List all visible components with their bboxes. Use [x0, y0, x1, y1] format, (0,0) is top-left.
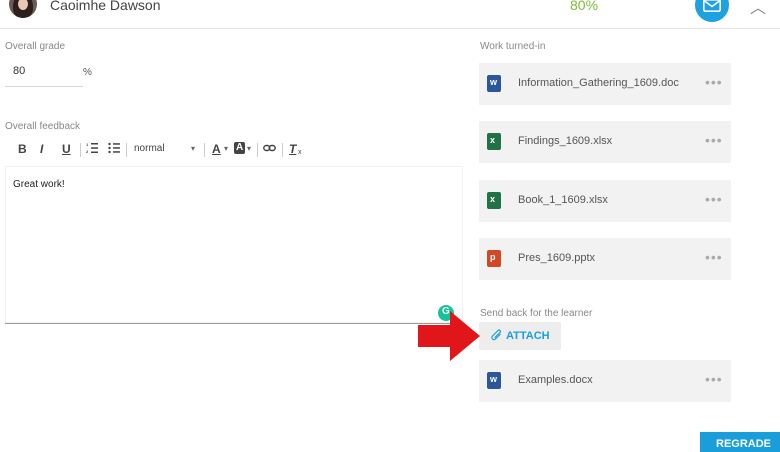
- paperclip-icon: [491, 329, 503, 345]
- file-card[interactable]: p Pres_1609.pptx •••: [479, 238, 731, 280]
- file-name[interactable]: Book_1_1609.xlsx: [518, 194, 608, 206]
- learner-name: Caoimhe Dawson: [50, 0, 161, 13]
- grade-unit: %: [83, 67, 92, 78]
- svg-text:2: 2: [86, 149, 89, 154]
- grade-value: 80: [13, 65, 26, 77]
- bullet-list-icon[interactable]: [108, 142, 120, 157]
- feedback-text: Great work!: [13, 179, 65, 190]
- work-turned-in-label: Work turned-in: [480, 41, 546, 52]
- word-file-icon: w: [487, 372, 501, 389]
- underline-button[interactable]: U: [62, 142, 71, 156]
- format-select[interactable]: normal: [134, 143, 165, 154]
- red-arrow-annotation: [418, 311, 480, 361]
- background-color-button[interactable]: A: [234, 142, 245, 154]
- word-file-icon: w: [487, 75, 501, 92]
- italic-button[interactable]: I: [40, 142, 43, 156]
- more-options-icon[interactable]: •••: [705, 74, 723, 90]
- learner-avatar: [9, 0, 37, 18]
- attach-label: ATTACH: [506, 330, 550, 342]
- email-button[interactable]: [695, 0, 729, 22]
- chevron-up-icon[interactable]: ︿: [750, 0, 766, 18]
- file-name[interactable]: Findings_1609.xlsx: [518, 135, 612, 147]
- send-back-label: Send back for the learner: [480, 308, 593, 319]
- more-options-icon[interactable]: •••: [705, 249, 723, 265]
- overall-grade-label: Overall grade: [5, 41, 66, 52]
- excel-file-icon: x: [487, 192, 501, 209]
- chevron-down-icon: ▾: [224, 144, 229, 153]
- clear-format-button[interactable]: T: [289, 142, 296, 156]
- more-options-icon[interactable]: •••: [705, 132, 723, 148]
- file-card[interactable]: x Findings_1609.xlsx •••: [479, 121, 731, 163]
- powerpoint-file-icon: p: [487, 250, 501, 267]
- font-color-button[interactable]: A: [212, 142, 221, 156]
- attach-button[interactable]: ATTACH: [479, 322, 561, 350]
- feedback-editor[interactable]: Great work!: [5, 166, 463, 324]
- regrade-button[interactable]: REGRADE: [700, 432, 780, 452]
- overall-feedback-label: Overall feedback: [5, 121, 81, 132]
- more-options-icon[interactable]: •••: [705, 191, 723, 207]
- file-name[interactable]: Information_Gathering_1609.doc: [518, 77, 679, 89]
- file-name[interactable]: Pres_1609.pptx: [518, 252, 595, 264]
- file-name[interactable]: Examples.docx: [518, 374, 593, 386]
- file-card[interactable]: w Information_Gathering_1609.doc •••: [479, 63, 731, 105]
- grade-percent: 80%: [570, 0, 599, 13]
- chevron-down-icon: ▾: [247, 144, 252, 153]
- link-icon[interactable]: [263, 142, 276, 157]
- ordered-list-icon[interactable]: 12: [86, 142, 98, 157]
- mail-icon: [703, 0, 721, 12]
- svg-text:1: 1: [86, 142, 89, 147]
- grade-input[interactable]: 80: [5, 58, 83, 87]
- excel-file-icon: x: [487, 133, 501, 150]
- file-card[interactable]: w Examples.docx •••: [479, 360, 731, 402]
- file-card[interactable]: x Book_1_1609.xlsx •••: [479, 180, 731, 222]
- clear-x-icon: x: [298, 149, 302, 156]
- chevron-down-icon: ▾: [191, 144, 196, 153]
- bold-button[interactable]: B: [18, 142, 27, 156]
- more-options-icon[interactable]: •••: [705, 371, 723, 387]
- learner-header: Caoimhe Dawson 80% ︿: [0, 0, 780, 29]
